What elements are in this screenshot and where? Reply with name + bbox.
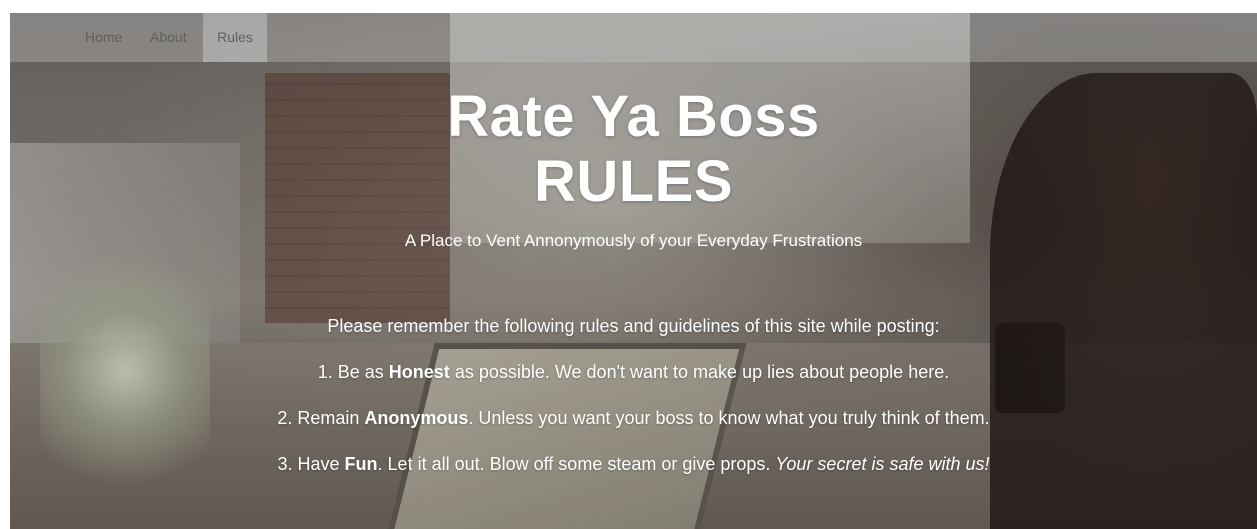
- rule-text: as possible. We don't want to make up li…: [449, 362, 950, 382]
- page-subtitle: A Place to Vent Annonymously of your Eve…: [404, 231, 863, 250]
- navbar: Home About Rules: [10, 13, 1257, 62]
- nav-about-link[interactable]: About: [150, 13, 187, 62]
- rule-prefix: 1. Be as: [317, 362, 389, 382]
- hero-background: Home About Rules Rate Ya Boss RULES A Pl…: [10, 13, 1257, 529]
- rule-keyword: Fun: [344, 454, 378, 474]
- page-title-line1: Rate Ya Boss: [447, 84, 820, 149]
- rule-keyword: Honest: [388, 362, 450, 382]
- rule-prefix: 2. Remain: [277, 408, 365, 428]
- nav-rules-link[interactable]: Rules: [203, 13, 267, 62]
- page-title-line2: RULES: [533, 149, 734, 214]
- rule-keyword: Anonymous: [364, 408, 469, 428]
- rule-text: . Unless you want your boss to know what…: [468, 408, 990, 428]
- rule-item: 3. Have Fun. Let it all out. Blow off so…: [10, 454, 1257, 475]
- rule-italic-text: Your secret is safe with us!: [775, 454, 990, 474]
- rule-item: 2. Remain Anonymous. Unless you want you…: [10, 408, 1257, 429]
- rule-item: 1. Be as Honest as possible. We don't wa…: [10, 362, 1257, 383]
- rule-prefix: 3. Have: [277, 454, 345, 474]
- rules-intro: Please remember the following rules and …: [327, 316, 940, 336]
- nav-home-link[interactable]: Home: [85, 13, 122, 62]
- rule-text: . Let it all out. Blow off some steam or…: [377, 454, 776, 474]
